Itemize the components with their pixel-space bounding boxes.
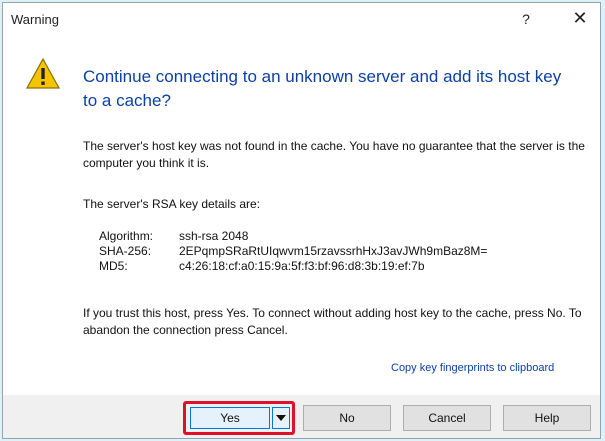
instructions-text: If you trust this host, press Yes. To co…: [83, 306, 582, 337]
no-button[interactable]: No: [303, 405, 391, 431]
chevron-down-icon: [276, 415, 286, 421]
copy-fingerprints-link[interactable]: Copy key fingerprints to clipboard: [391, 362, 554, 374]
button-bar: Yes No Cancel Help: [3, 395, 600, 438]
warning-icon: [25, 57, 61, 89]
yes-dropdown-button[interactable]: [272, 407, 290, 429]
key-detail-algorithm: Algorithm: ssh-rsa 2048: [99, 229, 487, 244]
detail-value: 2EPqmpSRaRtUIqwvm15rzavssrhHxJ3avJWh9mBa…: [179, 244, 488, 258]
dialog-heading: Continue connecting to an unknown server…: [83, 67, 562, 110]
detail-label: MD5:: [99, 259, 128, 273]
close-button[interactable]: ✕: [569, 7, 591, 29]
host-key-warning-text: The server's host key was not found in t…: [83, 139, 585, 170]
help-button[interactable]: Help: [503, 405, 591, 431]
warning-dialog: Warning ? ✕ Continue connecting to an un…: [2, 2, 601, 439]
detail-value: ssh-rsa 2048: [179, 229, 249, 243]
title-bar: Warning ? ✕: [3, 3, 600, 37]
detail-value: c4:26:18:cf:a0:15:9a:5f:f3:bf:96:d8:3b:1…: [179, 259, 425, 273]
key-detail-sha256: SHA-256: 2EPqmpSRaRtUIqwvm15rzavssrhHxJ3…: [99, 244, 487, 259]
key-details: Algorithm: ssh-rsa 2048 SHA-256: 2EPqmpS…: [99, 229, 487, 274]
title-help-button[interactable]: ?: [516, 9, 536, 29]
cancel-button[interactable]: Cancel: [403, 405, 491, 431]
yes-button-highlight: Yes: [183, 401, 295, 435]
yes-button[interactable]: Yes: [190, 407, 270, 429]
key-detail-md5: MD5: c4:26:18:cf:a0:15:9a:5f:f3:bf:96:d8…: [99, 259, 487, 274]
detail-label: SHA-256:: [99, 244, 152, 258]
dialog-title: Warning: [11, 12, 59, 27]
key-details-intro: The server's RSA key details are:: [83, 197, 261, 211]
detail-label: Algorithm:: [99, 229, 154, 243]
